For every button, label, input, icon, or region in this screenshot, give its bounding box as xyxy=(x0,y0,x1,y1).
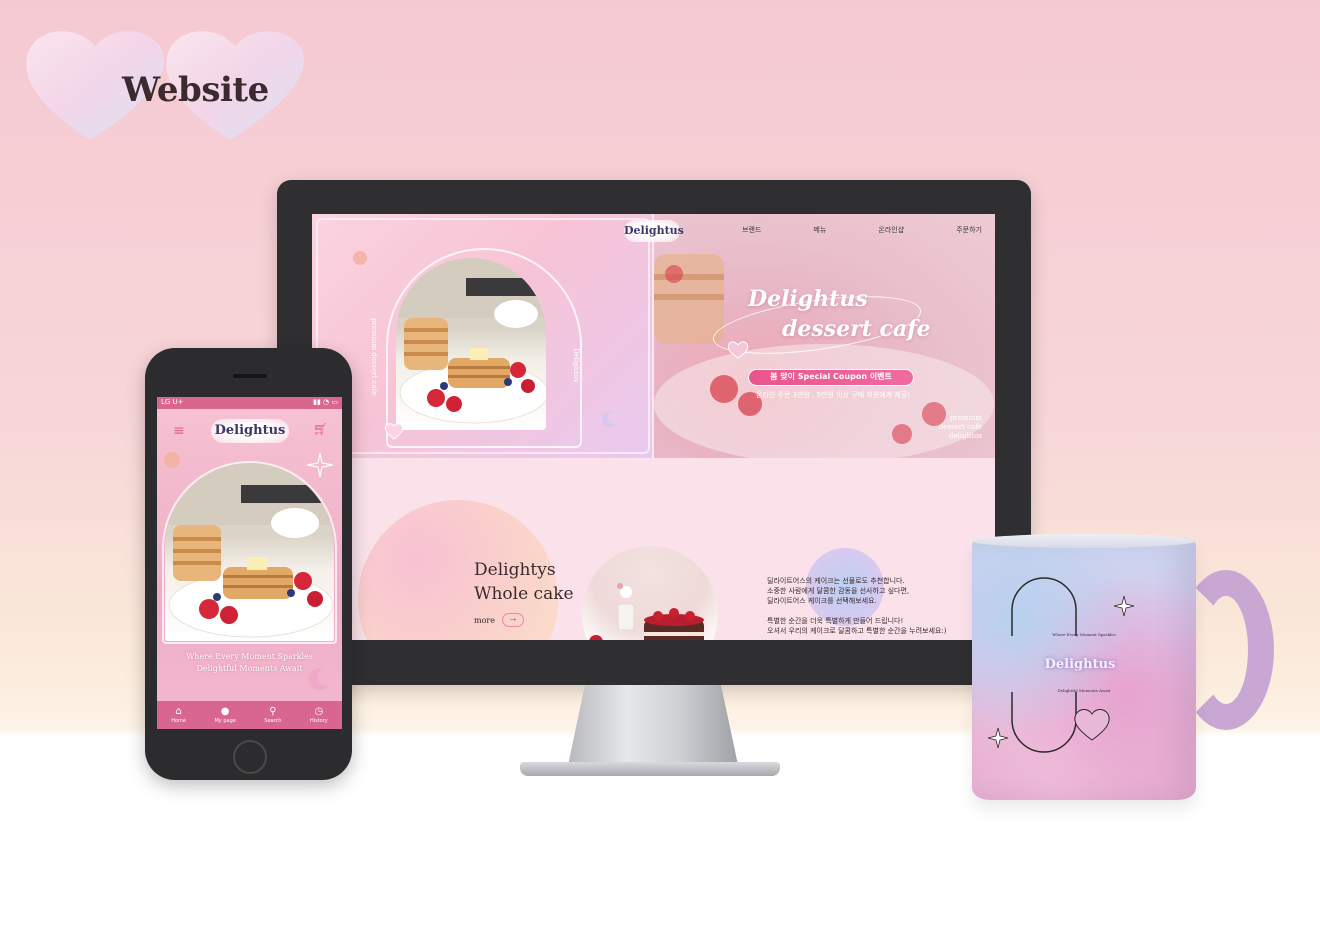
history-icon: ◷ xyxy=(314,706,324,717)
home-icon: ⌂ xyxy=(175,706,182,717)
tab-label: Home xyxy=(171,718,186,724)
hero-corner-line: dessert cafe xyxy=(938,423,982,431)
hero-subtitle: dessert cafe xyxy=(782,316,931,342)
hero-vertical-tagline: premium dessert cafe xyxy=(370,318,378,396)
pancake-photo xyxy=(396,258,546,430)
tagline-line: Where Every Moment Sparkles xyxy=(186,652,313,661)
tab-history[interactable]: ◷ History xyxy=(310,706,328,724)
moon-icon xyxy=(601,411,616,428)
coupon-description: 온라인 주문 3만원 , 5만원 이상 구매 회원에게 제공! xyxy=(755,391,911,399)
pancake-photo xyxy=(165,463,334,641)
section-title: Delightys Whole cake xyxy=(474,558,574,606)
tab-label: Search xyxy=(264,718,282,724)
heart-icon xyxy=(384,423,404,440)
sparkle-icon xyxy=(307,453,333,477)
mug-logo: Delightus xyxy=(1044,657,1116,672)
desktop-screen: premium dessert cafe Delightus Delightus… xyxy=(312,214,995,640)
battery-icon: ▮▮ ◔ ▭ xyxy=(313,398,338,406)
description-line: 오셔서 우리의 케이크로 달콤하고 특별한 순간을 누려보세요:) xyxy=(767,627,947,635)
badge-title: Website xyxy=(122,70,269,110)
moon-icon xyxy=(308,668,329,691)
planet-icon xyxy=(164,452,180,468)
tab-search[interactable]: ⚲ Search xyxy=(264,706,281,724)
mug-rim xyxy=(972,534,1196,548)
desktop-logo[interactable]: Delightus xyxy=(624,220,684,242)
section-title-line: Delightys xyxy=(474,560,556,580)
section-title-line: Whole cake xyxy=(474,584,574,604)
description-line xyxy=(767,606,987,616)
description-line: 딜라이트어스의 케이크는 선물로도 추천합니다. xyxy=(767,577,905,585)
description-line: 소중한 사람에게 달콤한 감동을 선사하고 싶다면, xyxy=(767,587,910,595)
mug-text-bottom: Delightful Moments Await xyxy=(1057,688,1111,693)
monitor-stand xyxy=(568,685,738,765)
coupon-event-button[interactable]: 봄 맞이 Special Coupon 이벤트 xyxy=(748,369,914,386)
section-description: 딜라이트어스의 케이크는 선물로도 추천합니다. 소중한 사람에게 달콤한 감동… xyxy=(767,576,987,636)
hero-corner-line: premium xyxy=(950,414,982,422)
carrier-label: LG U+ xyxy=(161,398,184,406)
whole-cake-section: Delightys Whole cake more → 딜라이트어스의 케이크는… xyxy=(312,458,995,640)
pancake-illustration xyxy=(396,258,546,424)
website-heading-badge: Website xyxy=(20,18,315,148)
more-link[interactable]: more xyxy=(474,616,495,625)
hero-vertical-brand: Delightus xyxy=(572,348,580,383)
hero-title: Delightus xyxy=(748,286,868,312)
cart-icon[interactable]: 🛒︎ xyxy=(313,422,328,436)
nav-online-shop[interactable]: 온라인샵 xyxy=(878,225,904,239)
cake-illustration xyxy=(589,583,704,640)
phone-speaker xyxy=(233,374,267,378)
pancake-illustration xyxy=(165,463,334,638)
phone-screen: LG U+ ▮▮ ◔ ▭ ≡ Delightus 🛒︎ Where Every … xyxy=(157,397,342,729)
cake-photo xyxy=(582,546,718,640)
nav-brand[interactable]: 브랜드 xyxy=(742,225,761,239)
phone-status-bar: LG U+ ▮▮ ◔ ▭ xyxy=(157,397,342,409)
user-icon: ● xyxy=(220,706,230,717)
tab-my-page[interactable]: ● My page xyxy=(214,706,235,724)
hamburger-menu-icon[interactable]: ≡ xyxy=(173,423,185,439)
hero-left-panel: premium dessert cafe Delightus xyxy=(312,214,654,458)
tab-label: History xyxy=(309,718,328,724)
phone-home-button[interactable] xyxy=(233,740,267,774)
description-line: 특별한 순간을 더욱 특별하게 만들어 드립니다! xyxy=(767,617,904,625)
mug-text-top: Where Every Moment Sparkles xyxy=(1052,632,1116,637)
desktop-nav: 브랜드 메뉴 온라인샵 주문하기 xyxy=(742,225,982,239)
heart-icon xyxy=(727,341,749,359)
hero-corner-line: delightus xyxy=(948,432,982,440)
nav-order[interactable]: 주문하기 xyxy=(956,225,982,239)
arrow-right-icon[interactable]: → xyxy=(502,613,524,627)
phone-logo[interactable]: Delightus xyxy=(211,419,289,443)
phone-tab-bar: ⌂ Home ● My page ⚲ Search ◷ History xyxy=(157,701,342,729)
monitor-stand-base xyxy=(520,762,780,776)
description-line: 딜라이트어스 케이크를 선택해보세요. xyxy=(767,597,877,605)
nav-menu[interactable]: 메뉴 xyxy=(813,225,826,239)
tab-home[interactable]: ⌂ Home xyxy=(171,706,186,724)
search-icon: ⚲ xyxy=(269,706,277,717)
planet-icon xyxy=(353,251,367,265)
tab-label: My page xyxy=(214,718,236,724)
hero-corner-text: premium dessert cafe delightus xyxy=(922,414,982,441)
